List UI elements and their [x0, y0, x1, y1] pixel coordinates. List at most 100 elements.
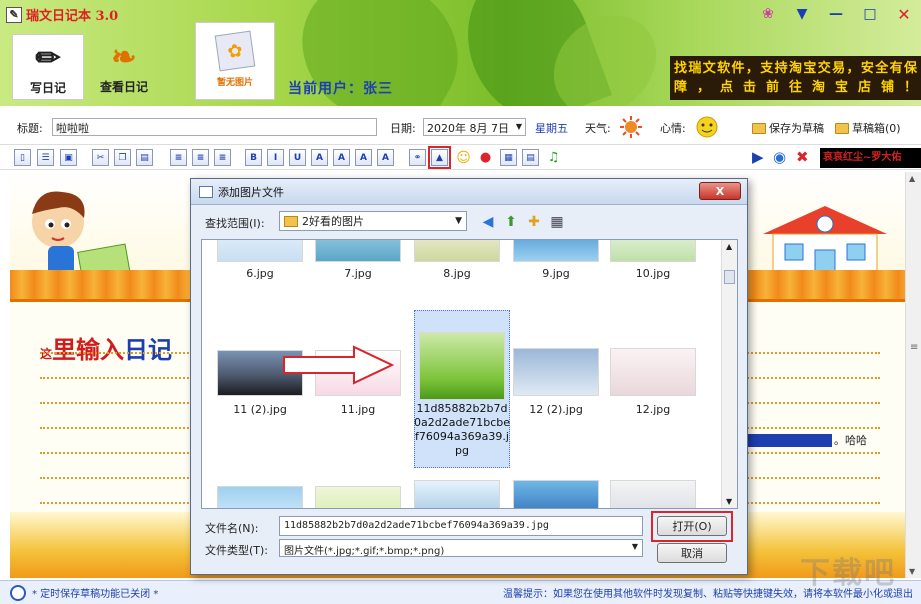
file-thumbnail[interactable]: [315, 486, 401, 508]
file-thumbnail[interactable]: [513, 480, 599, 508]
dropdown-icon[interactable]: ▼: [789, 4, 815, 24]
file-name[interactable]: 9.jpg: [506, 267, 606, 280]
file-name[interactable]: 7.jpg: [308, 267, 408, 280]
file-name[interactable]: 11.jpg: [308, 403, 408, 416]
underline-icon[interactable]: U: [289, 149, 306, 166]
scroll-up-icon[interactable]: ▲: [909, 174, 915, 183]
link-icon[interactable]: ⚭: [409, 149, 426, 166]
insert-image-icon[interactable]: ▲: [428, 146, 451, 169]
folder-icon: [284, 215, 298, 227]
editor-scrollbar[interactable]: ▲ ≡ ▼: [905, 172, 921, 578]
paste-icon[interactable]: ▤: [136, 149, 153, 166]
file-name[interactable]: 12.jpg: [603, 403, 703, 416]
file-list-scrollbar[interactable]: ▲ ▼: [721, 240, 737, 508]
file-thumbnail[interactable]: [610, 348, 696, 396]
smiley-icon[interactable]: [692, 114, 722, 140]
maximize-icon[interactable]: □: [857, 4, 883, 24]
file-thumbnail[interactable]: [419, 332, 505, 400]
file-thumbnail[interactable]: [414, 480, 500, 508]
skin-icon[interactable]: ❀: [755, 4, 781, 24]
media-icon[interactable]: ●: [477, 149, 494, 166]
write-diary-label: 写日记: [29, 81, 66, 95]
file-thumbnail[interactable]: [513, 348, 599, 396]
date-label: 日期:: [390, 122, 416, 135]
drafts-label: 草稿箱(0): [852, 122, 901, 135]
app-header: ✎ 瑞文日记本 3.0 ❀ ▼ — □ ✕ ✏ 写日记 ❧ 查看日记 ✿ 暂无图…: [0, 0, 921, 106]
music-icon[interactable]: ♫: [545, 149, 562, 166]
font-size-icon[interactable]: A: [355, 149, 372, 166]
drafts-button[interactable]: 草稿箱(0): [835, 120, 901, 136]
new-folder-icon[interactable]: ✚: [525, 213, 543, 230]
lookin-select[interactable]: 2好看的图片 ▼: [279, 211, 467, 231]
dialog-close-button[interactable]: X: [699, 182, 741, 200]
file-name[interactable]: 8.jpg: [407, 267, 507, 280]
sun-icon[interactable]: [617, 115, 645, 139]
font-color-icon[interactable]: A: [311, 149, 328, 166]
editor-prefix: 这: [40, 347, 53, 361]
file-thumbnail[interactable]: [414, 240, 500, 262]
font-style-icon[interactable]: A: [377, 149, 394, 166]
scroll-up-icon[interactable]: ▲: [726, 242, 732, 251]
view-menu-icon[interactable]: ▦: [548, 213, 566, 230]
stop-icon[interactable]: ✖: [796, 148, 809, 166]
pause-icon[interactable]: ◉: [773, 148, 786, 166]
scroll-thumb[interactable]: [724, 270, 735, 284]
write-diary-button[interactable]: ✏ 写日记: [12, 34, 84, 100]
minimize-icon[interactable]: —: [823, 4, 849, 24]
close-icon[interactable]: ✕: [891, 4, 917, 24]
file-name[interactable]: 6.jpg: [210, 267, 310, 280]
app-title: ✎ 瑞文日记本 3.0: [6, 5, 118, 24]
new-icon[interactable]: ▯: [14, 149, 31, 166]
date-picker[interactable]: 2020年 8月 7日 ▼: [423, 118, 526, 136]
open-button[interactable]: 打开(O): [657, 516, 727, 536]
emoticon-icon[interactable]: ☺: [455, 149, 472, 166]
scroll-down-icon[interactable]: ▼: [726, 497, 732, 506]
file-thumbnail[interactable]: [610, 480, 696, 508]
up-folder-icon[interactable]: ⬆: [502, 213, 520, 230]
current-user: 当前用户：张三: [288, 81, 393, 97]
pencil-icon: ✏: [35, 40, 61, 76]
cut-icon[interactable]: ✂: [92, 149, 109, 166]
italic-icon[interactable]: I: [267, 149, 284, 166]
file-thumbnail[interactable]: [217, 240, 303, 262]
copy-icon[interactable]: ❐: [114, 149, 131, 166]
title-input[interactable]: 啦啦啦: [52, 118, 377, 136]
filetype-select[interactable]: 图片文件(*.jpg;*.gif;*.bmp;*.png) ▼: [279, 539, 643, 557]
font-bg-icon[interactable]: A: [333, 149, 350, 166]
selected-file-name[interactable]: 11d85882b2b7d0a2d2ade71bcbef76094a369a39…: [414, 402, 510, 458]
bold-icon[interactable]: B: [245, 149, 262, 166]
table-icon[interactable]: ▦: [500, 149, 517, 166]
save-draft-button[interactable]: 保存为草稿: [752, 120, 824, 136]
file-name[interactable]: 10.jpg: [603, 267, 703, 280]
add-image-dialog: 添加图片文件 X 查找范围(I): 2好看的图片 ▼ ◀ ⬆ ✚ ▦ 6.jpg…: [190, 178, 748, 575]
file-thumbnail[interactable]: [610, 240, 696, 262]
play-icon[interactable]: ▶: [752, 148, 764, 166]
dialog-titlebar: 添加图片文件: [191, 179, 747, 205]
file-thumbnail[interactable]: [217, 486, 303, 508]
window-controls: ❀ ▼ — □ ✕: [755, 4, 917, 24]
align-left-icon[interactable]: ≡: [170, 149, 187, 166]
back-icon[interactable]: ◀: [479, 213, 497, 230]
special-char-icon[interactable]: ▤: [522, 149, 539, 166]
cancel-button[interactable]: 取消: [657, 543, 727, 563]
view-diary-button[interactable]: ❧ 查看日记: [88, 34, 160, 100]
promo-banner[interactable]: 找瑞文软件，支持淘宝交易，安全有保障，点击前往淘宝店铺！: [670, 56, 921, 100]
photo-button[interactable]: ✿ 暂无图片: [195, 22, 275, 100]
file-thumbnail[interactable]: [513, 240, 599, 262]
status-bar: * 定时保存草稿功能已关闭 * 温馨提示：如果您在使用其他软件时发现复制、粘贴等…: [0, 580, 921, 604]
open-icon[interactable]: ☰: [37, 149, 54, 166]
filename-input[interactable]: 11d85882b2b7d0a2d2ade71bcbef76094a369a39…: [279, 516, 643, 536]
file-name[interactable]: 12 (2).jpg: [506, 403, 606, 416]
file-name[interactable]: 11 (2).jpg: [210, 403, 310, 416]
editor-text: 这里输入日记: [40, 330, 172, 365]
dialog-title: 添加图片文件: [218, 185, 284, 199]
align-center-icon[interactable]: ≡: [192, 149, 209, 166]
scroll-down-icon[interactable]: ▼: [909, 567, 915, 576]
watermark: 下载吧: [800, 556, 896, 591]
scroll-grip-icon[interactable]: ≡: [910, 342, 918, 353]
align-right-icon[interactable]: ≡: [214, 149, 231, 166]
photo-icon: ✿: [214, 30, 256, 72]
kid-illustration: [32, 191, 131, 283]
save-icon[interactable]: ▣: [60, 149, 77, 166]
file-thumbnail[interactable]: [315, 240, 401, 262]
